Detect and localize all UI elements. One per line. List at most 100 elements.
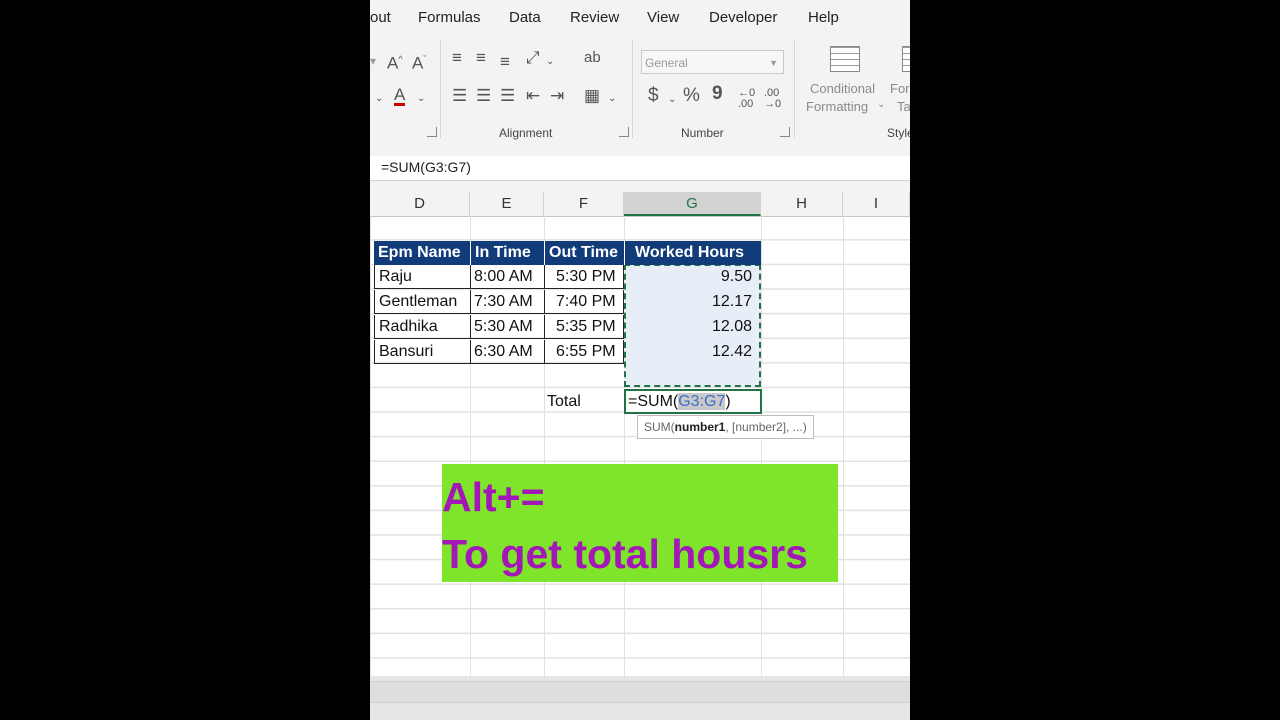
column-header-g[interactable]: G bbox=[624, 192, 761, 216]
tab-view[interactable]: View bbox=[647, 9, 679, 26]
header-cell-name[interactable]: Epm Name bbox=[374, 241, 470, 265]
horizontal-scrollbar[interactable] bbox=[370, 681, 910, 703]
chevron-down-icon: ▼ bbox=[769, 58, 778, 68]
total-label[interactable]: Total bbox=[547, 390, 624, 414]
merge-dropdown-icon[interactable]: ⌄ bbox=[608, 90, 616, 108]
excel-window: out Formulas Data Review View Developer … bbox=[370, 0, 910, 720]
decrease-font-icon[interactable]: Aˇ bbox=[412, 50, 426, 73]
number-format-dropdown[interactable]: General ▼ bbox=[641, 50, 784, 74]
conditional-formatting-label-1[interactable]: Conditional bbox=[810, 81, 875, 96]
column-header-i[interactable]: I bbox=[843, 192, 910, 216]
align-right-icon[interactable]: ☰ bbox=[500, 87, 515, 105]
column-headers: D E F G H I bbox=[370, 192, 910, 217]
cell-name[interactable]: Gentleman bbox=[374, 290, 471, 314]
shortcut-banner: Alt+= To get total housrs bbox=[442, 464, 838, 582]
cell-worked-hours[interactable]: 12.42 bbox=[624, 340, 761, 364]
banner-shortcut: Alt+= bbox=[442, 474, 545, 520]
format-as-table-label-2[interactable]: Ta bbox=[897, 99, 910, 114]
ribbon-tabs: out Formulas Data Review View Developer … bbox=[370, 0, 910, 36]
align-center-icon[interactable]: ☰ bbox=[476, 87, 491, 105]
sheet-bottom-bar bbox=[370, 676, 910, 720]
formula-bar-value: =SUM(G3:G7) bbox=[381, 159, 471, 175]
font-color-dropdown-icon[interactable]: ⌄ bbox=[417, 90, 425, 108]
font-size-dropdown-icon[interactable]: ▾ bbox=[370, 52, 376, 70]
formula-bar[interactable]: =SUM(G3:G7) bbox=[370, 156, 910, 181]
currency-dropdown-icon[interactable]: ⌄ bbox=[668, 91, 676, 109]
orientation-icon[interactable]: ⤢ bbox=[526, 49, 540, 67]
chevron-down-icon: ⌄ bbox=[877, 99, 886, 110]
font-dialog-launcher-icon[interactable] bbox=[427, 127, 437, 137]
cell-out-time[interactable]: 6:55 PM bbox=[544, 340, 624, 364]
bottom-align-icon[interactable]: ≡ bbox=[500, 53, 510, 71]
cell-worked-hours[interactable]: 9.50 bbox=[624, 265, 761, 289]
cell-in-time[interactable]: 5:30 AM bbox=[470, 315, 545, 339]
middle-align-icon[interactable]: ≡ bbox=[476, 49, 486, 67]
cell-name[interactable]: Radhika bbox=[374, 315, 471, 339]
ribbon-separator bbox=[794, 40, 795, 138]
column-header-h[interactable]: H bbox=[761, 192, 843, 216]
fill-color-dropdown-icon[interactable]: ⌄ bbox=[375, 90, 383, 108]
cell-formula-editor[interactable]: =SUM(G3:G7) bbox=[628, 390, 731, 414]
formula-suffix: ) bbox=[725, 393, 731, 410]
align-left-icon[interactable]: ☰ bbox=[452, 87, 467, 105]
number-dialog-launcher-icon[interactable] bbox=[780, 127, 790, 137]
cell-in-time[interactable]: 7:30 AM bbox=[470, 290, 545, 314]
cell-out-time[interactable]: 7:40 PM bbox=[544, 290, 624, 314]
alignment-group-label: Alignment bbox=[499, 126, 553, 140]
ribbon-separator bbox=[632, 40, 633, 138]
conditional-formatting-icon[interactable] bbox=[830, 46, 860, 72]
tab-help[interactable]: Help bbox=[808, 9, 839, 26]
currency-format-button[interactable]: $ bbox=[648, 86, 659, 105]
decrease-indent-icon[interactable]: ⇤ bbox=[526, 87, 540, 105]
formula-strip bbox=[370, 144, 910, 156]
cell-in-time[interactable]: 8:00 AM bbox=[470, 265, 545, 289]
header-cell-in-time[interactable]: In Time bbox=[470, 241, 544, 265]
percent-style-button[interactable]: % bbox=[683, 86, 700, 105]
banner-caption: To get total housrs bbox=[442, 531, 808, 577]
tooltip-arg-current: number1 bbox=[674, 420, 726, 434]
tab-developer[interactable]: Developer bbox=[709, 9, 777, 26]
orientation-dropdown-icon[interactable]: ⌄ bbox=[546, 53, 554, 71]
increase-decimal-icon[interactable]: ←0.00 bbox=[738, 88, 755, 110]
number-group-label: Number bbox=[681, 126, 724, 140]
tab-page-layout[interactable]: out bbox=[370, 9, 391, 26]
column-header-d[interactable]: D bbox=[370, 192, 470, 216]
format-as-table-label-1[interactable]: For bbox=[890, 81, 910, 96]
increase-font-icon[interactable]: A^ bbox=[387, 50, 403, 73]
cell-in-time[interactable]: 6:30 AM bbox=[470, 340, 545, 364]
format-as-table-icon[interactable] bbox=[902, 46, 910, 72]
wrap-text-icon[interactable]: ab bbox=[584, 49, 601, 67]
header-cell-worked-hours[interactable]: Worked Hours bbox=[624, 241, 761, 265]
decrease-decimal-icon[interactable]: .00 →0 bbox=[764, 88, 781, 110]
tooltip-function: SUM( bbox=[644, 420, 675, 434]
formula-prefix: =SUM( bbox=[628, 393, 679, 410]
number-format-value: General bbox=[645, 56, 688, 70]
column-header-e[interactable]: E bbox=[470, 192, 544, 216]
function-tooltip[interactable]: SUM(number1, [number2], ...) bbox=[637, 415, 814, 439]
tooltip-args-rest: , [number2], ...) bbox=[725, 420, 807, 434]
cell-name[interactable]: Raju bbox=[374, 265, 471, 289]
header-cell-out-time[interactable]: Out Time bbox=[544, 241, 624, 265]
ribbon: ▾ A^ Aˇ ⌄ A ⌄ ≡ ≡ ≡ ⤢ ⌄ ab ☰ ☰ ☰ ⇤ ⇥ ▦ ⌄… bbox=[370, 36, 910, 145]
tab-data[interactable]: Data bbox=[509, 9, 541, 26]
top-align-icon[interactable]: ≡ bbox=[452, 49, 462, 67]
tab-review[interactable]: Review bbox=[570, 9, 619, 26]
cell-out-time[interactable]: 5:35 PM bbox=[544, 315, 624, 339]
alignment-dialog-launcher-icon[interactable] bbox=[619, 127, 629, 137]
cell-worked-hours[interactable]: 12.08 bbox=[624, 315, 761, 339]
cell-out-time[interactable]: 5:30 PM bbox=[544, 265, 624, 289]
font-color-icon[interactable]: A bbox=[394, 86, 406, 106]
increase-indent-icon[interactable]: ⇥ bbox=[550, 87, 564, 105]
sheet-gap bbox=[370, 181, 910, 192]
cell-worked-hours[interactable]: 12.17 bbox=[624, 290, 761, 314]
conditional-formatting-label-2[interactable]: Formatting bbox=[806, 99, 868, 114]
cell-name[interactable]: Bansuri bbox=[374, 340, 471, 364]
ribbon-separator bbox=[440, 40, 441, 138]
comma-style-button[interactable]: 9 bbox=[712, 84, 723, 103]
tab-formulas[interactable]: Formulas bbox=[418, 9, 481, 26]
merge-center-icon[interactable]: ▦ bbox=[584, 87, 600, 105]
column-header-f[interactable]: F bbox=[544, 192, 624, 216]
styles-group-label: Style bbox=[887, 126, 910, 140]
gridline bbox=[843, 216, 844, 676]
formula-range-ref: G3:G7 bbox=[678, 393, 726, 410]
